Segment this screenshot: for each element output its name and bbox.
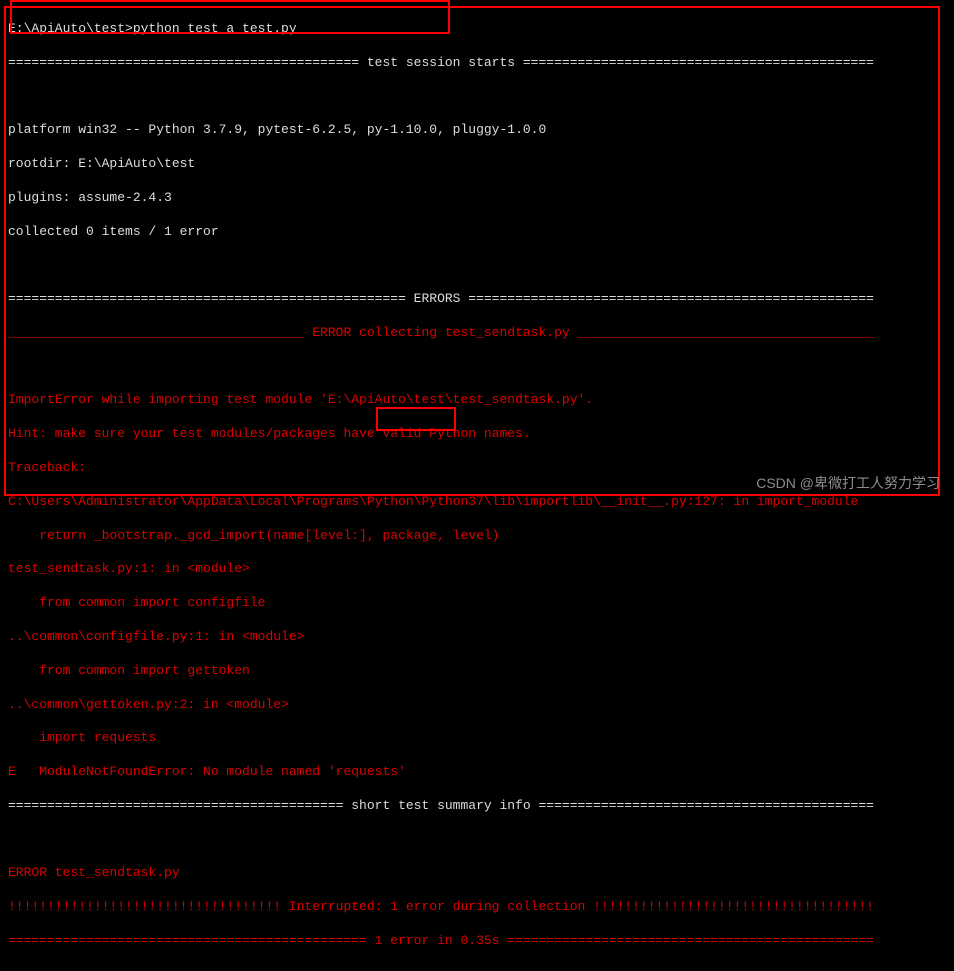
platform-line: platform win32 -- Python 3.7.9, pytest-6… bbox=[8, 122, 946, 139]
blank-line bbox=[8, 88, 946, 105]
import-error-line-6: test_sendtask.py:1: in <module> bbox=[8, 561, 946, 578]
import-error-line-12: E ModuleNotFoundError: No module named '… bbox=[8, 764, 946, 781]
summary-header: ========================================… bbox=[8, 798, 946, 815]
import-error-line-10: ..\common\gettoken.py:2: in <module> bbox=[8, 697, 946, 714]
session-starts-line: ========================================… bbox=[8, 55, 946, 72]
collected-line: collected 0 items / 1 error bbox=[8, 224, 946, 241]
error-collecting-header: ______________________________________ E… bbox=[8, 325, 946, 342]
interrupt-line: !!!!!!!!!!!!!!!!!!!!!!!!!!!!!!!!!!! Inte… bbox=[8, 899, 946, 916]
rootdir-line: rootdir: E:\ApiAuto\test bbox=[8, 156, 946, 173]
import-error-line-5: return _bootstrap._gcd_import(name[level… bbox=[8, 528, 946, 545]
blank-line bbox=[8, 359, 946, 376]
blank-line bbox=[8, 832, 946, 849]
import-error-line-9: from common import gettoken bbox=[8, 663, 946, 680]
import-error-line-4: C:\Users\Administrator\AppData\Local\Pro… bbox=[8, 494, 946, 511]
plugins-line: plugins: assume-2.4.3 bbox=[8, 190, 946, 207]
prompt-line: E:\ApiAuto\test>python test_a_test.py bbox=[8, 21, 946, 38]
summary-error-line: ERROR test_sendtask.py bbox=[8, 865, 946, 882]
blank-line bbox=[8, 257, 946, 274]
import-error-line-2: Hint: make sure your test modules/packag… bbox=[8, 426, 946, 443]
import-error-line-7: from common import configfile bbox=[8, 595, 946, 612]
import-error-line-8: ..\common\configfile.py:1: in <module> bbox=[8, 629, 946, 646]
errors-header: ========================================… bbox=[8, 291, 946, 308]
watermark: CSDN @卑微打工人努力学习 bbox=[756, 474, 940, 492]
final-result-line: ========================================… bbox=[8, 933, 946, 950]
import-error-line-1: ImportError while importing test module … bbox=[8, 392, 946, 409]
import-error-line-11: import requests bbox=[8, 730, 946, 747]
